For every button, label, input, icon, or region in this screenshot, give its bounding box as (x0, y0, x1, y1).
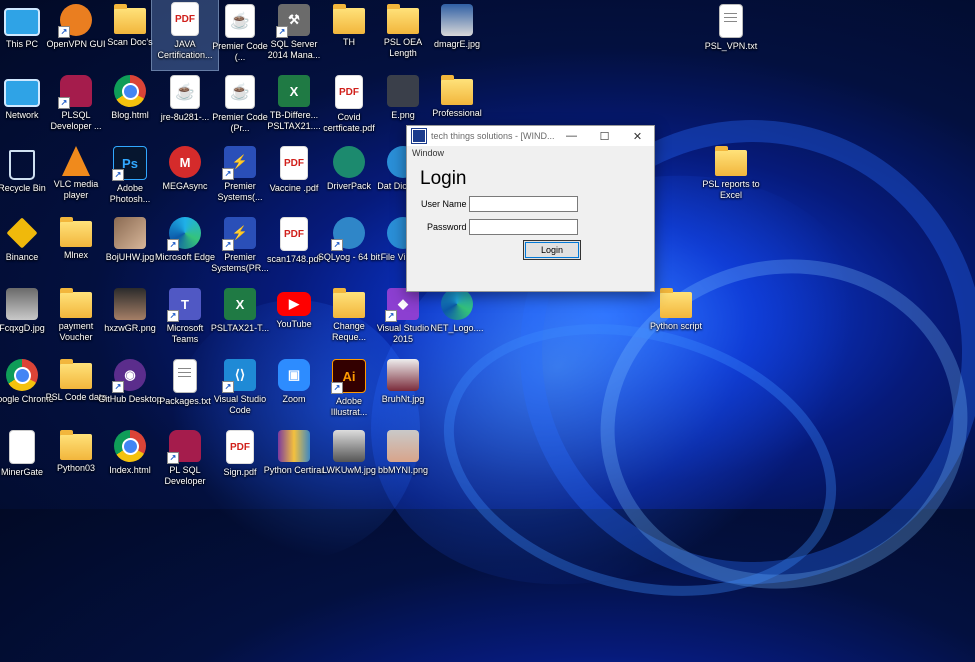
image-icon (114, 217, 146, 249)
icon-label: NET_Logo.... (430, 323, 484, 333)
edge-icon (441, 288, 473, 320)
archive-icon (278, 430, 310, 462)
vscode-icon: ⟨⟩ ↗ (222, 359, 256, 393)
pdf-icon: PDF (280, 217, 308, 251)
illustrator-icon: Ai ↗ (331, 359, 366, 394)
chrome-icon (6, 359, 38, 391)
icon-label: bbMYNI.png (377, 465, 429, 475)
database-icon: ↗ (167, 430, 201, 464)
icon-label: BruhNt.jpg (381, 394, 425, 404)
folder-icon (387, 4, 419, 34)
close-button[interactable]: ✕ (621, 126, 654, 146)
java-icon: ☕ (170, 75, 200, 109)
excel-icon: X (224, 288, 256, 320)
dolphin-icon: ↗ (331, 217, 365, 251)
text-file-icon (173, 359, 197, 393)
visual-studio-icon: ◆ ↗ (385, 288, 419, 322)
tools-icon: ⚒ ↗ (276, 4, 310, 38)
pdf-icon: PDF (335, 75, 363, 109)
username-label: User Name (421, 199, 467, 209)
folder-icon (660, 288, 692, 318)
image-icon (333, 430, 365, 462)
desktop-icon-dmagre-jpg[interactable]: dmagrE.jpg (424, 2, 490, 72)
java-icon: ☕ (225, 4, 255, 38)
zoom-icon: ▣ (278, 359, 310, 391)
menu-window[interactable]: Window (407, 146, 654, 160)
window-titlebar[interactable]: tech things solutions - [WIND... — ☐ ✕ (407, 126, 654, 146)
app-icon: ⚡ ↗ (222, 217, 256, 251)
desktop-icon-python-script[interactable]: Python script (643, 286, 709, 356)
vlc-icon (62, 146, 90, 176)
desktop-icon-net-logo[interactable]: NET_Logo.... (424, 286, 490, 356)
login-window: tech things solutions - [WIND... — ☐ ✕ W… (406, 125, 655, 292)
image-icon (387, 430, 419, 462)
file-icon (9, 430, 35, 464)
folder-icon (715, 146, 747, 176)
recycle-bin-icon (9, 150, 35, 180)
chrome-icon (114, 430, 146, 462)
desktop: { "desktop": { "icons": [ {"label": "Thi… (0, 0, 975, 662)
icon-label: Professional (432, 108, 482, 118)
text-file-icon (719, 4, 743, 38)
username-input[interactable] (469, 196, 578, 212)
folder-icon (333, 288, 365, 318)
desktop-icon-bruhnt-jpg[interactable]: BruhNt.jpg (370, 357, 436, 427)
photoshop-icon: Ps ↗ (112, 146, 147, 181)
openvpn-icon: ↗ (58, 4, 92, 38)
teams-icon: T ↗ (167, 288, 201, 322)
folder-icon (60, 288, 92, 318)
java-icon: ☕ (225, 75, 255, 109)
binance-icon (6, 217, 38, 249)
minimize-button[interactable]: — (555, 126, 588, 146)
maximize-button[interactable]: ☐ (588, 126, 621, 146)
excel-icon: X (278, 75, 310, 107)
image-icon (6, 288, 38, 320)
folder-icon (60, 430, 92, 460)
folder-icon (441, 75, 473, 105)
icon-label: Python script (649, 321, 703, 331)
icon-label: dmagrE.jpg (433, 39, 481, 49)
image-icon (114, 288, 146, 320)
app-icon (411, 128, 427, 144)
login-heading: Login (420, 168, 467, 189)
password-input[interactable] (469, 219, 578, 235)
database-icon: ↗ (58, 75, 92, 109)
pdf-icon: PDF (171, 2, 199, 36)
edge-icon: ↗ (167, 217, 201, 251)
desktop-icon-psl-reports[interactable]: PSL reports to Excel (698, 144, 764, 214)
window-title: tech things solutions - [WIND... (431, 131, 555, 141)
folder-icon (60, 359, 92, 389)
driverpack-icon (333, 146, 365, 178)
image-icon (387, 75, 419, 107)
pdf-icon: PDF (280, 146, 308, 180)
folder-icon (114, 4, 146, 34)
login-button[interactable]: Login (523, 240, 581, 260)
icon-label: PSL_VPN.txt (704, 41, 758, 51)
folder-icon (333, 4, 365, 34)
network-icon (4, 79, 40, 107)
mega-icon: M (169, 146, 201, 178)
icon-label: PSL reports to Excel (702, 179, 760, 200)
image-icon (441, 4, 473, 36)
password-label: Password (427, 222, 467, 232)
desktop-icon-bbmyni-png[interactable]: bbMYNI.png (370, 428, 436, 498)
pdf-icon: PDF (226, 430, 254, 464)
github-icon: ◉ ↗ (112, 359, 146, 393)
folder-icon (60, 217, 92, 247)
desktop-icon-psl-vpn-txt[interactable]: PSL_VPN.txt (698, 2, 764, 72)
youtube-icon: ▶ (277, 292, 311, 316)
chrome-icon (114, 75, 146, 107)
app-icon: ⚡ ↗ (222, 146, 256, 180)
computer-icon (4, 8, 40, 36)
image-icon (387, 359, 419, 391)
